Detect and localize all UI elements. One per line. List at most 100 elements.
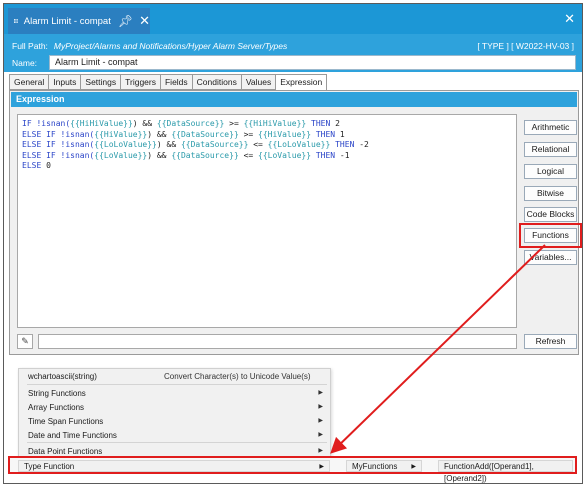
- expression-token: {{LoLoValue}}: [267, 140, 331, 150]
- chevron-right-icon: ▶: [318, 418, 323, 424]
- name-label: Name:: [12, 58, 38, 68]
- panel-title: Expression: [11, 92, 577, 107]
- full-path-value: MyProject/Alarms and Notifications/Hyper…: [53, 41, 288, 51]
- menu-separator: [27, 442, 327, 443]
- expression-token: ELSE IF: [22, 129, 61, 139]
- edit-icon[interactable]: ✎: [17, 334, 33, 349]
- expression-token: IF: [22, 119, 37, 128]
- menu-item-description: Convert Character(s) to Unicode Value(s): [164, 372, 311, 381]
- expression-token: !isnan(: [60, 140, 95, 150]
- expression-token: {{LoLoValue}}: [94, 140, 157, 150]
- tab-general[interactable]: General: [9, 74, 50, 90]
- expression-panel: Expression IF !isnan({{HiHiValue}}) && {…: [9, 90, 582, 355]
- expression-token: {{HiValue}}: [258, 129, 312, 139]
- expression-token: >=: [238, 129, 259, 139]
- expression-token: ) &&: [147, 129, 172, 139]
- menu-item-label: String Functions: [28, 389, 86, 398]
- document-tab[interactable]: Alarm Limit - compat 📌︎ ✕: [8, 8, 150, 34]
- bitwise-button[interactable]: Bitwise: [524, 186, 577, 201]
- tab-conditions[interactable]: Conditions: [192, 74, 242, 90]
- expression-line: ELSE IF !isnan({{LoValue}}) && {{DataSou…: [22, 151, 512, 162]
- logical-button[interactable]: Logical: [524, 164, 577, 179]
- expression-token: ) &&: [132, 119, 157, 128]
- chevron-right-icon: ▶: [319, 464, 324, 470]
- tab-inputs[interactable]: Inputs: [49, 74, 82, 90]
- name-row: Name:: [12, 56, 46, 70]
- full-path-label: Full Path:: [12, 41, 48, 51]
- expression-token: ) &&: [147, 150, 172, 160]
- type-function-row: Type Function ▶ MyFunctions ▶ FunctionAdd(…: [8, 456, 577, 483]
- expression-line: ELSE 0: [22, 161, 512, 172]
- expression-line: ELSE IF !isnan({{HiValue}}) && {{DataSou…: [22, 130, 512, 141]
- refresh-button[interactable]: Refresh: [524, 334, 577, 349]
- tab-values[interactable]: Values: [241, 74, 277, 90]
- status-input[interactable]: [38, 334, 517, 349]
- expression-token: 2: [335, 119, 340, 128]
- expression-token: {{HiHiValue}}: [243, 119, 307, 128]
- variables-button[interactable]: Variables...: [524, 250, 577, 265]
- tab-triggers[interactable]: Triggers: [121, 74, 161, 90]
- full-path-row: Full Path: MyProject/Alarms and Notifica…: [12, 39, 574, 53]
- expression-token: {{LoValue}}: [94, 150, 148, 160]
- expression-editor[interactable]: IF !isnan({{HiHiValue}}) && {{DataSource…: [17, 114, 517, 328]
- arithmetic-button[interactable]: Arithmetic: [524, 120, 577, 135]
- menu-item-time-span-functions[interactable]: Time Span Functions ▶: [19, 415, 330, 428]
- tab-expression[interactable]: Expression: [276, 74, 328, 91]
- expression-line: ELSE IF !isnan({{LoLoValue}}) && {{DataS…: [22, 140, 512, 151]
- close-icon[interactable]: ✕: [139, 13, 150, 29]
- menu-item-string-functions[interactable]: String Functions ▶: [19, 387, 330, 400]
- expression-token: THEN: [306, 119, 336, 128]
- name-field[interactable]: Alarm Limit - compat: [49, 55, 576, 70]
- expression-token: !isnan(: [36, 119, 71, 128]
- functions-menu: wchartoascii(string) Convert Character(s…: [18, 368, 331, 458]
- functions-highlight: [519, 223, 582, 248]
- expression-token: {{DataSource}}: [156, 119, 225, 128]
- chevron-right-icon: ▶: [411, 464, 416, 470]
- expression-token: ELSE IF: [22, 140, 61, 150]
- menu-item-label: Type Function: [24, 462, 75, 471]
- menu-item-wchartoascii[interactable]: wchartoascii(string) Convert Character(s…: [19, 370, 330, 383]
- chevron-right-icon: ▶: [318, 432, 323, 438]
- chevron-right-icon: ▶: [318, 390, 323, 396]
- menu-item-label: Date and Time Functions: [28, 431, 117, 440]
- expression-token: THEN: [330, 140, 360, 150]
- expression-token: <=: [248, 140, 268, 150]
- chevron-right-icon: ▶: [318, 404, 323, 410]
- tab-settings[interactable]: Settings: [81, 74, 122, 90]
- menu-item-label: Time Span Functions: [28, 417, 104, 426]
- menu-separator: [27, 384, 327, 385]
- expression-token: {{HiHiValue}}: [70, 119, 133, 128]
- expression-token: {{DataSource}}: [180, 140, 249, 150]
- expression-token: THEN: [311, 129, 340, 139]
- grid-icon: [14, 19, 18, 23]
- expression-token: ELSE: [22, 161, 47, 171]
- relational-button[interactable]: Relational: [524, 142, 577, 157]
- expression-token: >=: [224, 119, 244, 128]
- menu-item-date-time-functions[interactable]: Date and Time Functions ▶: [19, 429, 330, 442]
- menu-item-label: wchartoascii(string): [28, 372, 97, 381]
- expression-token: !isnan(: [60, 150, 95, 160]
- expression-token: 1: [339, 129, 345, 139]
- menu-item-label: Array Functions: [28, 403, 85, 412]
- menu-item-my-functions[interactable]: MyFunctions ▶: [346, 460, 422, 472]
- title-bar: Alarm Limit - compat 📌︎ ✕ ✕: [4, 4, 582, 34]
- expression-token: ) &&: [156, 140, 181, 150]
- tab-fields[interactable]: Fields: [160, 74, 193, 90]
- menu-item-label: MyFunctions: [352, 462, 398, 471]
- type-badge: [ TYPE ] [ W2022-HV-03 ]: [477, 41, 574, 51]
- pin-icon[interactable]: 📌︎: [118, 14, 133, 28]
- menu-item-type-function[interactable]: Type Function ▶: [18, 460, 330, 472]
- window-close-icon[interactable]: ✕: [564, 11, 575, 27]
- expression-token: ELSE IF: [22, 150, 61, 160]
- expression-token: !isnan(: [60, 129, 95, 139]
- expression-token: {{LoValue}}: [258, 150, 312, 160]
- expression-token: -2: [359, 140, 369, 150]
- expression-token: 0: [46, 161, 51, 171]
- menu-item-label: Data Point Functions: [28, 447, 103, 456]
- expression-token: <=: [238, 150, 259, 160]
- menu-item-function-add[interactable]: FunctionAdd([Operand1], [Operand2]): [438, 460, 573, 483]
- expression-token: THEN: [311, 150, 340, 160]
- code-blocks-button[interactable]: Code Blocks: [524, 207, 577, 222]
- expression-line: IF !isnan({{HiHiValue}}) && {{DataSource…: [22, 119, 512, 130]
- menu-item-array-functions[interactable]: Array Functions ▶: [19, 401, 330, 414]
